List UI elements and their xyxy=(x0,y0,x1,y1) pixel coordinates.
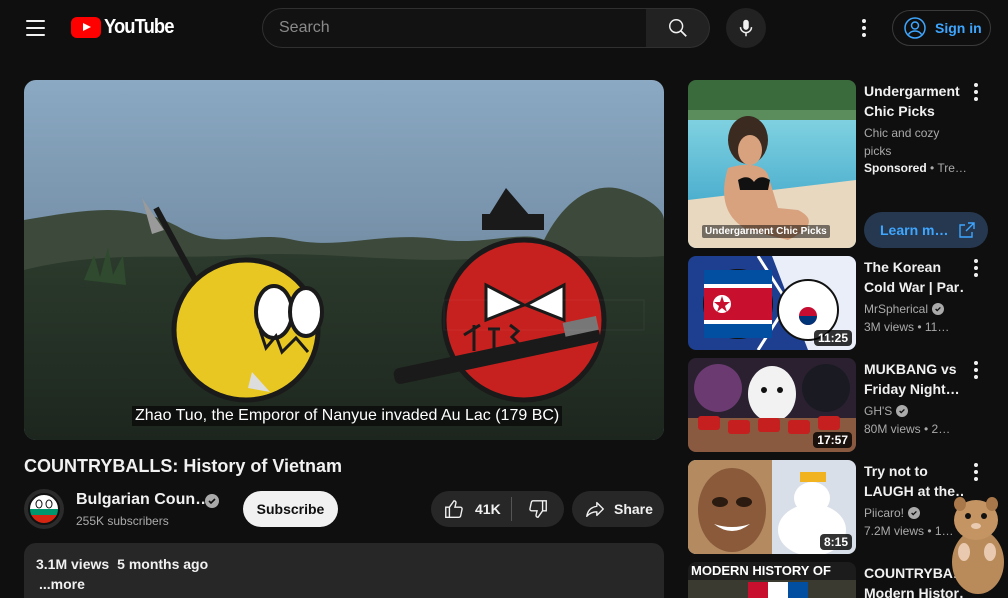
rec-channel[interactable]: GH'S xyxy=(864,404,909,418)
video-duration: 8:15 xyxy=(819,534,852,550)
closed-caption: Zhao Tuo, the Emporor of Nanyue invaded … xyxy=(132,406,563,426)
hamster-sticker-icon xyxy=(952,497,1004,594)
rec-thumbnail[interactable]: 17:57 xyxy=(688,358,856,452)
verified-badge-icon xyxy=(896,405,909,417)
logo-text: YouTube xyxy=(104,16,174,38)
channel-avatar[interactable] xyxy=(24,489,64,529)
more-vert-icon xyxy=(974,83,978,87)
search-box[interactable] xyxy=(262,8,647,48)
rec-menu-button[interactable] xyxy=(964,358,988,382)
settings-menu-button[interactable] xyxy=(852,16,876,40)
more-vert-icon xyxy=(974,463,978,467)
ad-title[interactable]: Undergarment Chic Picks xyxy=(864,81,964,121)
subscriber-count: 255K subscribers xyxy=(76,514,169,528)
share-label: Share xyxy=(614,501,653,517)
rec-title[interactable]: The Korean Cold War | Par… xyxy=(864,257,964,297)
share-icon xyxy=(586,501,604,518)
open-external-icon xyxy=(959,222,975,238)
ad-sponsored-label: Sponsored • Tre… xyxy=(864,161,967,175)
video-title: COUNTRYBALLS: History of Vietnam xyxy=(24,456,343,476)
ad-description: Chic and cozy picks xyxy=(864,126,940,158)
play-logo-icon xyxy=(71,17,101,38)
rec-thumbnail[interactable]: 8:15 xyxy=(688,460,856,554)
search-icon xyxy=(668,19,687,37)
video-duration: 17:57 xyxy=(813,432,852,448)
search-button[interactable] xyxy=(646,8,710,48)
rec-meta: 80M views • 2… xyxy=(864,422,951,436)
rec-menu-button[interactable] xyxy=(964,460,988,484)
youtube-logo[interactable]: YouTube xyxy=(71,16,180,39)
bulgaria-flag-ball-icon xyxy=(24,489,64,529)
like-count: 41K xyxy=(475,501,501,517)
video-frame xyxy=(24,80,664,440)
rec-meta: 3M views • 11… xyxy=(864,320,950,334)
verified-badge-icon xyxy=(205,494,219,508)
more-vert-icon xyxy=(974,361,978,365)
subscribe-button[interactable]: Subscribe xyxy=(243,491,338,527)
thumbs-up-icon xyxy=(445,500,463,518)
rec-channel[interactable]: MrSpherical xyxy=(864,302,945,316)
hamburger-icon xyxy=(26,20,45,22)
channel-name[interactable]: Bulgarian Coun… xyxy=(76,491,211,509)
verified-badge-icon xyxy=(908,507,921,519)
learn-more-button[interactable]: Learn m… xyxy=(864,212,988,248)
masthead: YouTube Sign in xyxy=(0,0,1008,56)
ad-thumbnail-label: Undergarment Chic Picks xyxy=(702,225,830,238)
video-duration: 11:25 xyxy=(813,330,852,346)
rec-title[interactable]: MUKBANG vs Friday Night… xyxy=(864,359,964,399)
upload-age: 5 months ago xyxy=(117,556,209,572)
rec-channel[interactable]: Piicaro! xyxy=(864,506,921,520)
sign-in-label: Sign in xyxy=(935,20,982,36)
description-meta: 3.1M views 5 months ago xyxy=(36,556,652,572)
rec-thumbnail[interactable]: 11:25 xyxy=(688,256,856,350)
voice-search-button[interactable] xyxy=(726,8,766,48)
view-count: 3.1M views xyxy=(36,556,110,572)
dislike-button[interactable] xyxy=(512,491,564,527)
guide-menu-button[interactable] xyxy=(18,12,54,44)
ad-thumbnail[interactable]: Undergarment Chic Picks xyxy=(688,80,856,248)
like-dislike-group: 41K xyxy=(431,491,564,527)
share-button[interactable]: Share xyxy=(572,491,664,527)
show-more-link[interactable]: ...more xyxy=(36,576,652,592)
description-box[interactable]: 3.1M views 5 months ago ...more xyxy=(24,543,664,598)
verified-badge-icon xyxy=(932,303,945,315)
rec-thumbnail-text: MODERN HISTORY OF xyxy=(691,563,831,578)
learn-more-label: Learn m… xyxy=(880,222,949,238)
ad-menu-button[interactable] xyxy=(964,80,988,104)
ad-thumbnail-image xyxy=(688,80,856,248)
rec-thumbnail[interactable]: MODERN HISTORY OF xyxy=(688,562,856,598)
rec-menu-button[interactable] xyxy=(964,256,988,280)
search-input[interactable] xyxy=(279,19,646,37)
more-vert-icon xyxy=(862,19,866,23)
sign-in-button[interactable]: Sign in xyxy=(892,10,991,46)
more-vert-icon xyxy=(974,259,978,263)
account-circle-icon xyxy=(904,17,926,39)
video-player[interactable]: Zhao Tuo, the Emporor of Nanyue invaded … xyxy=(24,80,664,440)
like-button[interactable]: 41K xyxy=(431,491,511,527)
thumbs-down-icon xyxy=(529,500,547,518)
microphone-icon xyxy=(739,19,753,37)
